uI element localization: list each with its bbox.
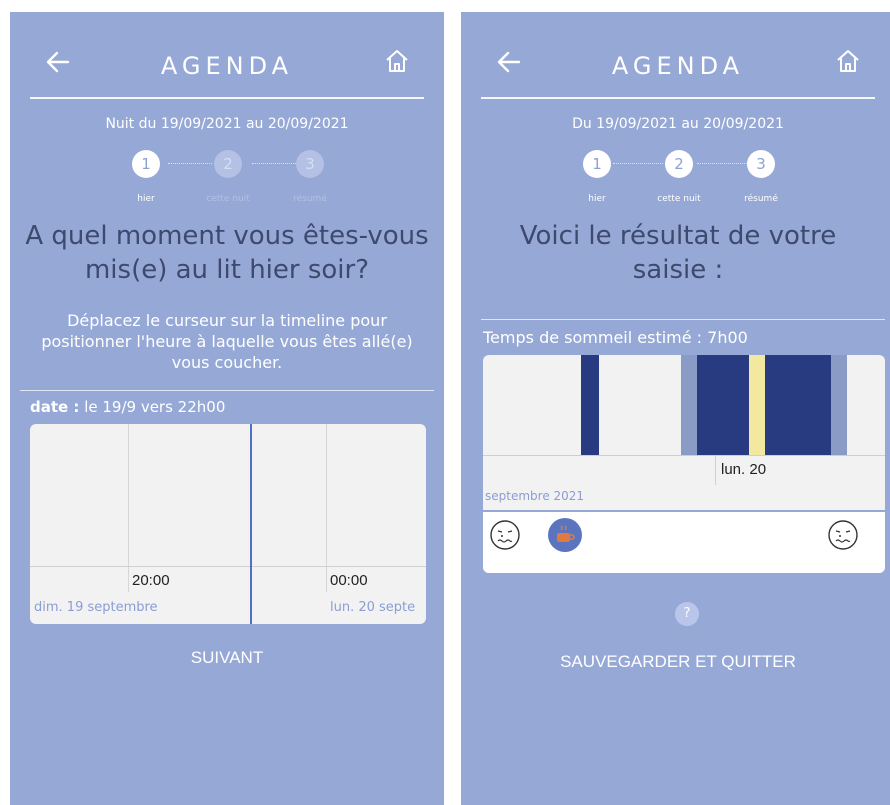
light-sleep-bar	[681, 355, 697, 455]
sleep-bar	[697, 355, 749, 455]
screen-summary-step: AGENDA Du 19/09/2021 au 20/09/2021 1 2 3…	[461, 12, 890, 805]
step-3-label: résumé	[744, 194, 778, 204]
step-1-label: hier	[588, 194, 606, 204]
light-sleep-bar	[831, 355, 847, 455]
time-label: 20:00	[132, 572, 170, 589]
step-connector	[252, 163, 296, 164]
stepper: 1 2 3 hier cette nuit résumé	[461, 150, 890, 204]
date-label: date :	[30, 398, 80, 416]
header-divider	[30, 97, 424, 99]
sleep-bar	[581, 355, 599, 455]
page-title: AGENDA	[160, 52, 294, 80]
stepper: 1 2 3 hier cette nuit résumé	[10, 150, 444, 204]
timeline-axis	[30, 566, 426, 567]
date-range: Du 19/09/2021 au 20/09/2021	[572, 116, 784, 132]
date-axis-label: lun. 20 septe	[330, 600, 416, 615]
step-2-label: cette nuit	[657, 194, 701, 204]
step-3[interactable]: 3	[747, 150, 775, 178]
step-1[interactable]: 1	[132, 150, 160, 178]
instruction-text: Déplacez le curseur sur la timeline pour…	[41, 311, 413, 372]
step-2[interactable]: 2	[665, 150, 693, 178]
night-range: Nuit du 19/09/2021 au 20/09/2021	[105, 116, 349, 132]
chart-axis	[483, 455, 885, 456]
step-connector	[697, 163, 747, 164]
awake-bar	[749, 355, 765, 455]
page-title: AGENDA	[611, 52, 745, 80]
step-connector	[613, 163, 663, 164]
header: AGENDA	[10, 42, 444, 92]
date-value: le 19/9 vers 22h00	[79, 398, 226, 416]
next-button[interactable]: SUIVANT	[10, 648, 444, 668]
time-label: 00:00	[330, 572, 368, 589]
step-1-label: hier	[137, 194, 155, 204]
date-readout: date : le 19/9 vers 22h00	[30, 398, 225, 416]
tick-mark	[715, 455, 716, 485]
month-label: septembre 2021	[485, 489, 585, 503]
day-label: lun. 20	[721, 461, 767, 478]
date-axis-label: dim. 19 septembre	[34, 600, 158, 615]
sleep-chart: lun. 20 septembre 2021	[483, 355, 885, 573]
events-row	[483, 512, 885, 573]
step-1[interactable]: 1	[583, 150, 611, 178]
step-3[interactable]: 3	[296, 150, 324, 178]
sleep-estimate: Temps de sommeil estimé : 7h00	[483, 328, 748, 347]
tired-face-icon	[828, 520, 858, 550]
result-title: Voici le résultat de votre saisie :	[519, 221, 837, 285]
help-button[interactable]: ?	[675, 602, 699, 626]
timeline-chart[interactable]: 20:00 00:00 dim. 19 septembre lun. 20 se…	[30, 424, 426, 624]
step-3-label: résumé	[293, 194, 327, 204]
tired-face-icon	[490, 520, 520, 550]
screen-bedtime-step: AGENDA Nuit du 19/09/2021 au 20/09/2021 …	[10, 12, 444, 805]
divider	[481, 319, 885, 320]
step-2-label: cette nuit	[206, 194, 250, 204]
coffee-icon	[548, 518, 582, 552]
header: AGENDA	[461, 42, 890, 92]
timeline-cursor[interactable]	[250, 424, 252, 624]
home-icon[interactable]	[835, 48, 861, 74]
question-text: A quel moment vous êtes-vous mis(e) au l…	[25, 221, 429, 285]
home-icon[interactable]	[384, 48, 410, 74]
header-divider	[481, 97, 875, 99]
sleep-bar	[765, 355, 831, 455]
step-2[interactable]: 2	[214, 150, 242, 178]
divider	[20, 390, 434, 391]
step-connector	[168, 163, 212, 164]
save-and-quit-button[interactable]: SAUVEGARDER ET QUITTER	[461, 652, 890, 672]
